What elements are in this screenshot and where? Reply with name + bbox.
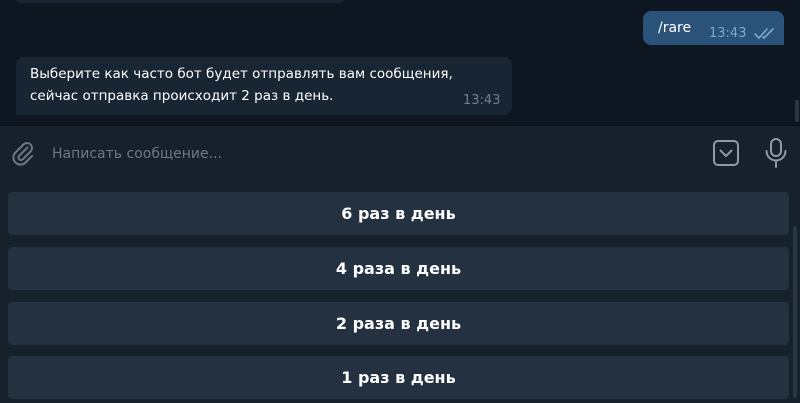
bot-reply-keyboard: 6 раз в день 4 раза в день 2 раза в день… bbox=[0, 181, 800, 403]
telegram-chat-window: /rare 13:43 Выберите как часто бот будет… bbox=[0, 0, 800, 403]
keyboard-scrollbar[interactable] bbox=[793, 226, 797, 398]
message-input[interactable] bbox=[50, 136, 694, 172]
outgoing-message-time: 13:43 bbox=[709, 26, 747, 41]
incoming-message-time: 13:43 bbox=[463, 93, 501, 108]
reply-button-6-times[interactable]: 6 раз в день bbox=[8, 192, 789, 235]
microphone-icon[interactable] bbox=[763, 137, 789, 169]
previous-message-edge bbox=[16, 0, 344, 3]
reply-button-4-times[interactable]: 4 раза в день bbox=[8, 247, 789, 290]
reply-button-2-times[interactable]: 2 раза в день bbox=[8, 302, 789, 345]
incoming-message[interactable]: Выберите как часто бот будет отправлять … bbox=[16, 57, 512, 115]
bot-keyboard-icon[interactable] bbox=[711, 138, 741, 168]
incoming-message-line-1: Выберите как часто бот будет отправлять … bbox=[30, 66, 453, 82]
outgoing-message[interactable]: /rare 13:43 bbox=[643, 11, 784, 45]
chat-scrollbar[interactable] bbox=[795, 100, 799, 122]
incoming-message-line-2: сейчас отправка происходит 2 раз в день. bbox=[30, 88, 334, 104]
paperclip-icon[interactable] bbox=[10, 140, 36, 166]
message-history[interactable]: /rare 13:43 Выберите как часто бот будет… bbox=[0, 0, 800, 125]
message-composer bbox=[0, 125, 800, 181]
outgoing-message-text: /rare bbox=[658, 20, 692, 36]
reply-button-1-time[interactable]: 1 раз в день bbox=[8, 356, 789, 399]
double-check-icon bbox=[754, 28, 774, 39]
